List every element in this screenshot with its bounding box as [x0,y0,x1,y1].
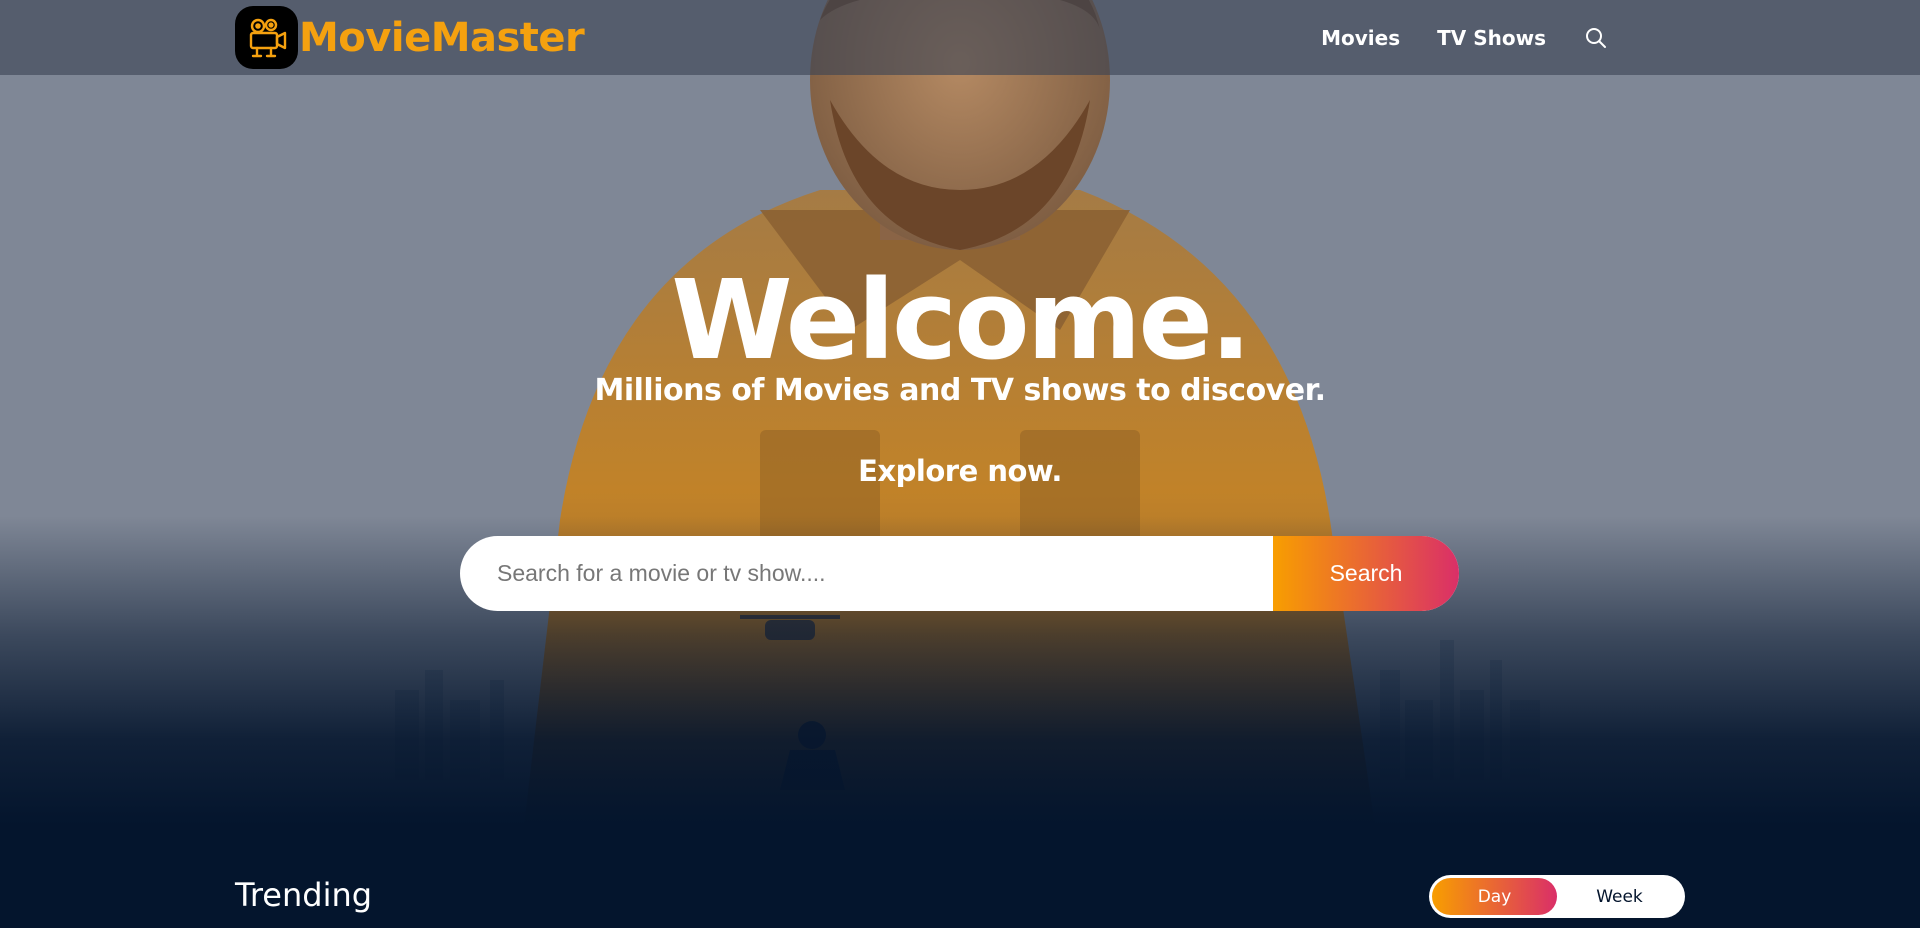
nav-movies[interactable]: Movies [1321,26,1400,50]
main-nav: Movies TV Shows [1284,0,1608,75]
trending-time-switch: Day Week [1429,875,1685,918]
hero-subtitle: Millions of Movies and TV shows to disco… [594,373,1326,408]
hero-backdrop [0,0,1920,860]
logo-text: MovieMaster [299,14,585,61]
nav-tv-shows[interactable]: TV Shows [1437,26,1546,50]
hero-gradient-overlay [0,0,1920,860]
hero-explore-text: Explore now. [858,454,1062,488]
search-input[interactable] [460,536,1273,611]
film-camera-icon [235,6,298,69]
page: MovieMaster Movies TV Shows Welcome. Mil… [0,0,1920,928]
top-navbar: MovieMaster Movies TV Shows [0,0,1920,75]
hero-title: Welcome. [671,256,1252,384]
trending-title: Trending [235,876,373,914]
tab-week[interactable]: Week [1557,878,1682,915]
logo[interactable]: MovieMaster [235,6,585,69]
hero-search-bar: Search [460,536,1459,611]
search-button[interactable]: Search [1273,536,1459,611]
tab-day[interactable]: Day [1432,878,1557,915]
search-icon[interactable] [1584,26,1608,50]
